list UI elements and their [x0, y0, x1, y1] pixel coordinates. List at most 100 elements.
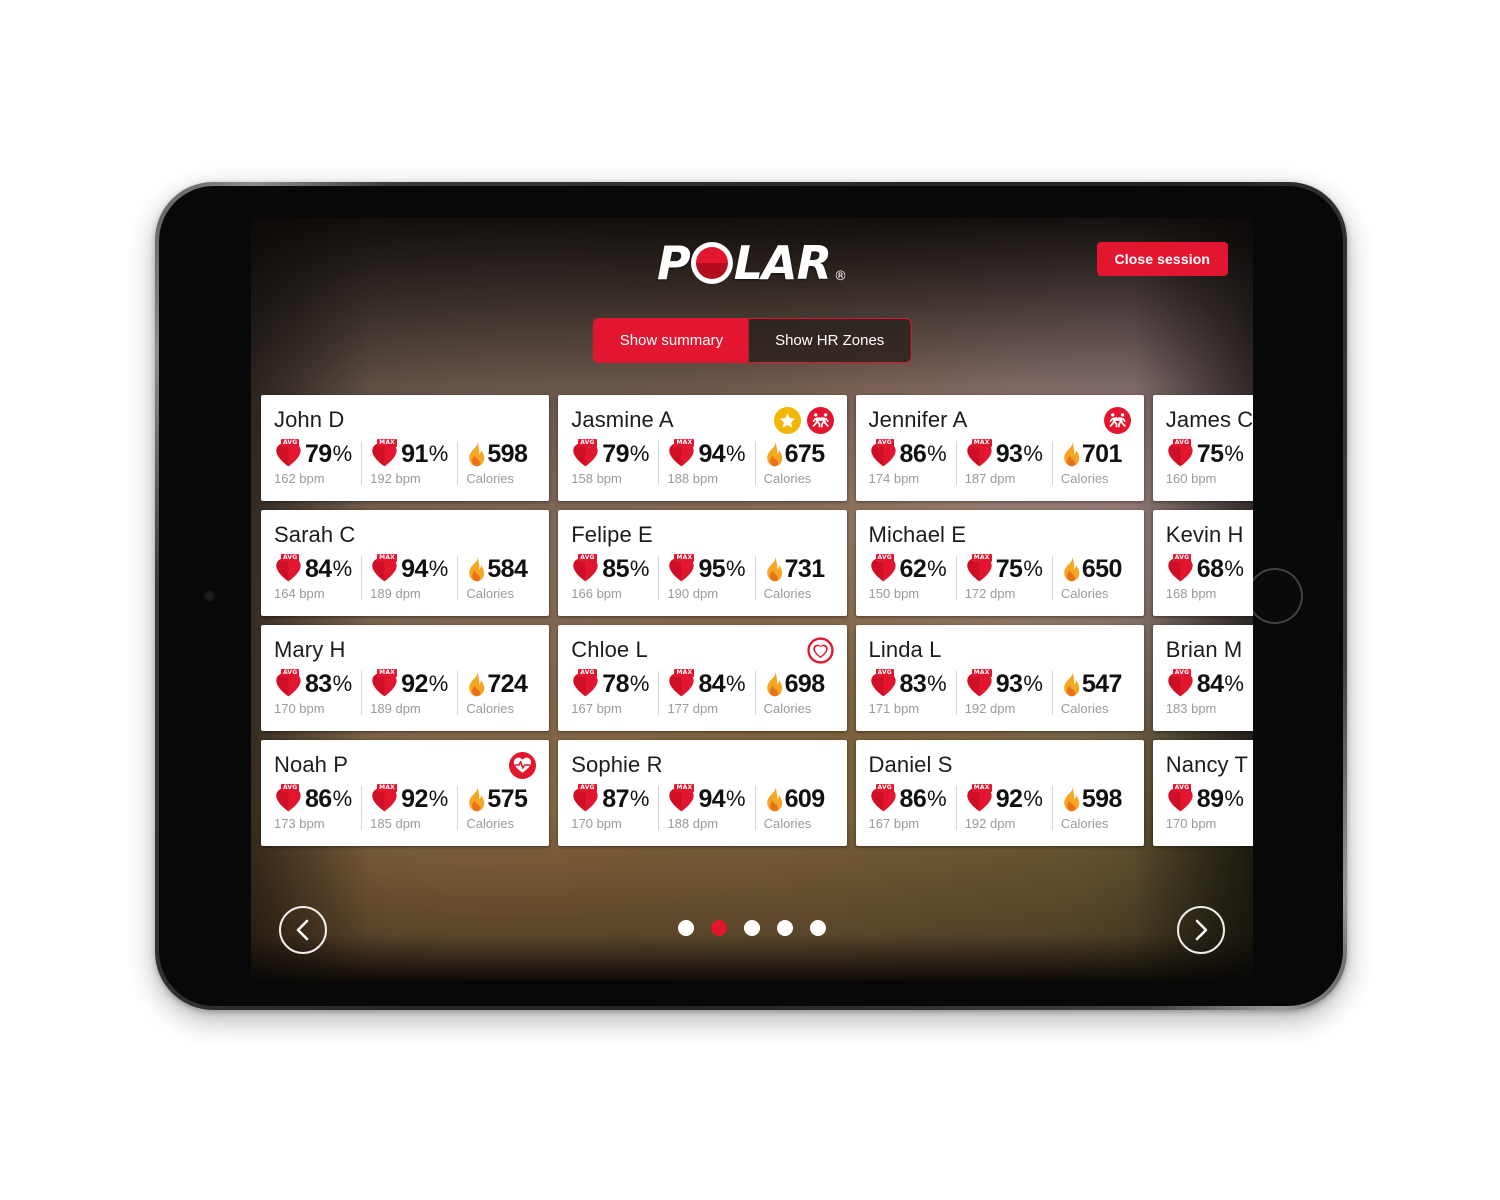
player-card[interactable]: Kevin HAVG68%168 bpmMAX88%178 dpm700Calo…	[1152, 510, 1253, 616]
metric-group: AVG89%170 bpmMAX94%189 dpm1100Calories	[1166, 783, 1253, 831]
running-people-icon	[1109, 412, 1126, 427]
badge-heart-effort[interactable]	[806, 636, 834, 664]
tab-show-hr-zones[interactable]: Show HR Zones	[749, 319, 911, 362]
tab-show-summary[interactable]: Show summary	[593, 319, 750, 362]
player-card[interactable]: Felipe E AVG 85% 166 bpm MAX 95% 190 dpm 731 Cal…	[558, 510, 847, 616]
flame-icon	[469, 786, 485, 812]
metric-max-hr: MAX 92% 192 dpm	[955, 783, 1052, 831]
pagination-dot[interactable]	[744, 920, 760, 936]
max-tag-label: MAX	[377, 554, 398, 562]
max-percent-symbol: %	[726, 441, 746, 466]
pagination-dot[interactable]	[777, 920, 793, 936]
next-page-button[interactable]	[1177, 906, 1225, 954]
metric-max-hr: MAX 92% 185 dpm	[361, 783, 457, 831]
calories-value: 598	[1081, 784, 1123, 813]
pagination-dot[interactable]	[711, 920, 727, 936]
avg-hr-percent: 85	[602, 554, 629, 583]
tablet-device-frame: P LAR ® Close session Show summary Show …	[155, 182, 1347, 1010]
avg-percent-symbol: %	[629, 671, 650, 696]
metric-max-hr: MAX 93% 187 dpm	[955, 438, 1052, 486]
max-heart-icon-wrap: MAX	[667, 669, 697, 698]
flame-icon	[469, 441, 485, 467]
player-card[interactable]: Noah P AVG 86% 173 bpm MAX 92% 185 dpm 575 Calor…	[261, 740, 550, 846]
badge-top-performer[interactable]	[773, 406, 801, 434]
avg-hr-bpm: 183 bpm	[1165, 701, 1217, 716]
avg-heart-icon-wrap: AVG	[869, 439, 899, 468]
avg-heart-icon-wrap: AVG	[1166, 669, 1196, 698]
pagination-dot[interactable]	[678, 920, 694, 936]
player-card[interactable]: Nancy TAVG89%170 bpmMAX94%189 dpm1100Cal…	[1152, 740, 1253, 846]
player-card[interactable]: Sophie R AVG 87% 170 bpm MAX 94% 188 dpm 609 Cal…	[558, 740, 847, 846]
player-card[interactable]: Brian MAVG84%183 bpmMAX97%192 dpm564Calo…	[1152, 625, 1253, 731]
avg-percent-symbol: %	[332, 556, 353, 581]
player-name: Sarah C	[274, 522, 356, 547]
player-card[interactable]: Jennifer A AVG 86% 174 bpm MAX 93% 187 dpm 701 C…	[855, 395, 1144, 501]
max-hr-percent: 91	[401, 439, 428, 468]
max-tag-label: MAX	[971, 784, 992, 792]
flame-icon-wrap	[764, 785, 784, 813]
home-button[interactable]	[1247, 568, 1303, 624]
running-people-icon	[811, 412, 829, 427]
max-hr-percent: 93	[995, 439, 1023, 468]
previous-page-button[interactable]	[279, 906, 327, 954]
player-card[interactable]: Daniel S AVG 86% 167 bpm MAX 92% 192 dpm 598 Cal…	[855, 740, 1144, 846]
avg-tag-label: AVG	[875, 784, 894, 792]
avg-hr-percent: 84	[1196, 669, 1224, 698]
badge-heart-rate[interactable]	[509, 751, 537, 779]
flame-icon-wrap	[1061, 785, 1081, 813]
metric-max-hr: MAX 93% 192 dpm	[955, 668, 1052, 716]
max-hr-bpm: 192 bpm	[370, 471, 421, 486]
flame-icon-wrap	[764, 555, 784, 583]
metric-group: AVG 62% 150 bpm MAX 75% 172 dpm 650 Calories	[869, 553, 1131, 601]
avg-hr-percent: 87	[602, 784, 629, 813]
badge-activity[interactable]	[1103, 406, 1131, 434]
max-heart-icon-wrap: MAX	[965, 439, 995, 468]
metric-avg-hr: AVG 89% 170 bpm	[1166, 783, 1253, 831]
metric-avg-hr: AVG 85% 166 bpm	[571, 553, 658, 601]
player-card[interactable]: Linda L AVG 83% 171 bpm MAX 93% 192 dpm 547 Calo…	[855, 625, 1144, 731]
max-heart-icon-wrap: MAX	[370, 439, 400, 468]
avg-hr-bpm: 164 bpm	[274, 586, 325, 601]
metric-group: AVG 86% 167 bpm MAX 92% 192 dpm 598 Calories	[869, 783, 1131, 831]
flame-icon	[766, 671, 782, 697]
player-card[interactable]: Jasmine A AVG 79% 158 bpm MAX 94% 188 bpm 675 Ca…	[558, 395, 847, 501]
player-card[interactable]: Sarah C AVG 84% 164 bpm MAX 94% 189 dpm 584 Calo…	[261, 510, 550, 616]
avg-percent-symbol: %	[927, 786, 947, 811]
pagination-dot[interactable]	[810, 920, 826, 936]
player-name: Felipe E	[571, 522, 653, 547]
metric-group: AVG 85% 166 bpm MAX 95% 190 dpm 731 Calories	[571, 553, 833, 601]
avg-hr-percent: 68	[1196, 554, 1224, 583]
avg-hr-bpm: 170 bpm	[1165, 816, 1217, 831]
max-hr-bpm: 185 dpm	[370, 816, 421, 831]
player-card[interactable]: Chloe L AVG 78% 167 bpm MAX 84% 177 dpm 698 Calo…	[558, 625, 847, 731]
player-card[interactable]: James CAVG75%160 bpmMAX89%184 dpm625Calo…	[1152, 395, 1253, 501]
player-card[interactable]: Michael E AVG 62% 150 bpm MAX 75% 172 dpm 650 Ca…	[855, 510, 1144, 616]
logo-o-mark	[690, 242, 733, 284]
avg-heart-icon-wrap: AVG	[1166, 554, 1196, 583]
max-hr-bpm: 192 dpm	[964, 816, 1016, 831]
max-hr-percent: 94	[698, 439, 726, 468]
avg-heart-icon-wrap: AVG	[571, 439, 601, 468]
metric-calories: 609 Calories	[754, 783, 834, 831]
player-card[interactable]: Mary H AVG 83% 170 bpm MAX 92% 189 dpm 724 Calor…	[261, 625, 550, 731]
max-percent-symbol: %	[1023, 671, 1043, 696]
metric-calories: 598 Calories	[1051, 783, 1131, 831]
max-percent-symbol: %	[1023, 786, 1043, 811]
flame-icon-wrap	[1061, 440, 1081, 468]
badge-activity[interactable]	[806, 406, 834, 434]
avg-tag-label: AVG	[578, 554, 597, 562]
avg-hr-bpm: 160 bpm	[1165, 471, 1217, 486]
max-tag-label: MAX	[971, 554, 992, 562]
metric-calories: 547 Calories	[1051, 668, 1131, 716]
avg-heart-icon-wrap: AVG	[869, 554, 899, 583]
avg-percent-symbol: %	[927, 556, 947, 581]
avg-hr-percent: 79	[305, 439, 332, 468]
avg-heart-icon-wrap: AVG	[274, 669, 304, 698]
badge-group	[773, 406, 834, 434]
max-hr-percent: 95	[698, 554, 726, 583]
flame-icon	[1064, 786, 1080, 812]
avg-hr-bpm: 168 bpm	[1165, 586, 1217, 601]
avg-heart-icon-wrap: AVG	[869, 784, 899, 813]
player-card[interactable]: John D AVG 79% 162 bpm MAX 91% 192 bpm 598 Calor…	[261, 395, 550, 501]
close-session-button[interactable]: Close session	[1096, 242, 1228, 276]
